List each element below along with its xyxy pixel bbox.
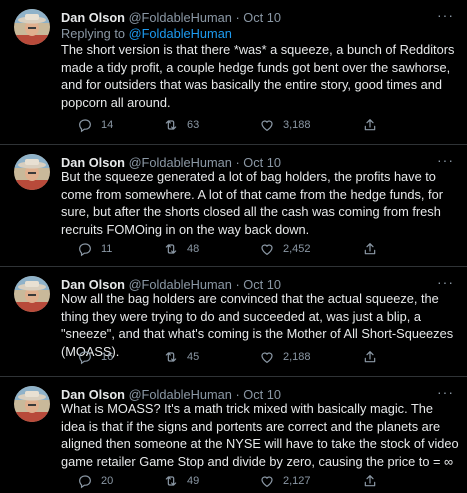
retweet-count: 49 (187, 475, 200, 487)
share-icon (362, 117, 378, 133)
share-icon (362, 241, 378, 257)
replying-to: Replying to @FoldableHuman (61, 26, 232, 42)
reply-icon (77, 473, 93, 489)
share-icon (362, 349, 378, 365)
like-count: 2,452 (283, 243, 311, 255)
tweet-actions: 14 63 3,188 (77, 115, 437, 135)
tweet[interactable]: Dan Olson @FoldableHuman · Oct 10 ··· Wh… (0, 377, 467, 493)
tweet[interactable]: Dan Olson @FoldableHuman · Oct 10 ··· Bu… (0, 145, 467, 267)
tweet-date[interactable]: Oct 10 (243, 10, 281, 25)
tweet-text: What is MOASS? It's a math trick mixed w… (61, 401, 459, 469)
more-icon[interactable]: ··· (437, 274, 454, 290)
tweet[interactable]: Dan Olson @FoldableHuman · Oct 10 ··· Re… (0, 0, 467, 145)
tweet-thread: Dan Olson @FoldableHuman · Oct 10 ··· Re… (0, 0, 467, 493)
share-button[interactable] (362, 239, 378, 259)
tweet-actions: 16 45 2,188 (77, 347, 437, 367)
share-button[interactable] (362, 471, 378, 491)
reply-count: 20 (101, 475, 114, 487)
reply-button[interactable]: 16 (77, 347, 113, 367)
retweet-count: 45 (187, 351, 200, 363)
like-count: 3,188 (283, 119, 311, 131)
tweet-header: Dan Olson @FoldableHuman · Oct 10 (61, 9, 431, 27)
reply-count: 14 (101, 119, 114, 131)
reply-count: 11 (101, 243, 113, 255)
like-count: 2,127 (283, 475, 311, 487)
retweet-button[interactable]: 63 (163, 115, 199, 135)
share-icon (362, 473, 378, 489)
reply-icon (77, 349, 93, 365)
reply-button[interactable]: 14 (77, 115, 113, 135)
avatar[interactable] (14, 276, 50, 312)
more-icon[interactable]: ··· (437, 152, 454, 168)
retweet-button[interactable]: 45 (163, 347, 199, 367)
tweet[interactable]: Dan Olson @FoldableHuman · Oct 10 ··· No… (0, 267, 467, 377)
like-button[interactable]: 2,127 (259, 471, 311, 491)
reply-button[interactable]: 20 (77, 471, 113, 491)
retweet-icon (163, 241, 179, 257)
retweet-count: 63 (187, 119, 200, 131)
reply-button[interactable]: 11 (77, 239, 112, 259)
like-icon (259, 117, 275, 133)
like-icon (259, 241, 275, 257)
share-button[interactable] (362, 347, 378, 367)
avatar[interactable] (14, 386, 50, 422)
avatar[interactable] (14, 9, 50, 45)
reply-count: 16 (101, 351, 114, 363)
retweet-count: 48 (187, 243, 200, 255)
like-count: 2,188 (283, 351, 311, 363)
author-name[interactable]: Dan Olson (61, 10, 125, 25)
reply-icon (77, 117, 93, 133)
tweet-text: But the squeeze generated a lot of bag h… (61, 169, 443, 237)
tweet-actions: 11 48 2,452 (77, 239, 437, 259)
share-button[interactable] (362, 115, 378, 135)
like-icon (259, 473, 275, 489)
like-icon (259, 349, 275, 365)
avatar[interactable] (14, 154, 50, 190)
like-button[interactable]: 2,188 (259, 347, 311, 367)
more-icon[interactable]: ··· (437, 384, 454, 400)
separator: · (231, 10, 244, 25)
replying-label: Replying to (61, 26, 126, 41)
retweet-icon (163, 473, 179, 489)
author-handle[interactable]: @FoldableHuman (129, 10, 232, 25)
tweet-text: The short version is that there *was* a … (61, 42, 455, 110)
retweet-icon (163, 349, 179, 365)
more-icon[interactable]: ··· (437, 7, 454, 23)
retweet-button[interactable]: 48 (163, 239, 199, 259)
retweet-button[interactable]: 49 (163, 471, 199, 491)
replying-handle-link[interactable]: @FoldableHuman (129, 26, 232, 41)
reply-icon (77, 241, 93, 257)
like-button[interactable]: 2,452 (259, 239, 311, 259)
tweet-actions: 20 49 2,127 (77, 471, 437, 491)
retweet-icon (163, 117, 179, 133)
like-button[interactable]: 3,188 (259, 115, 311, 135)
